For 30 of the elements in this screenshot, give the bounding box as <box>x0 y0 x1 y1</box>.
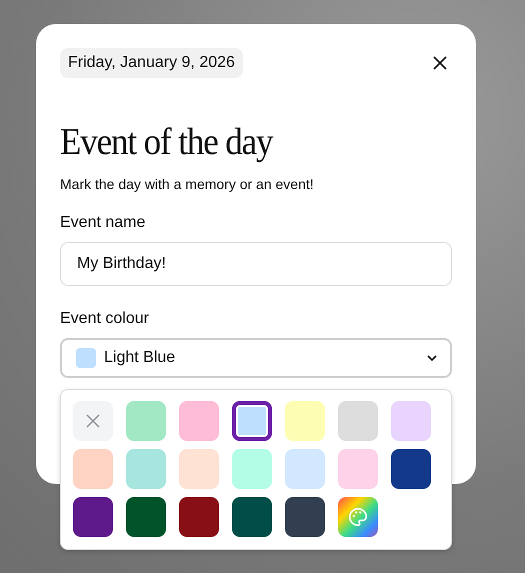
colour-select[interactable]: Light Blue <box>60 338 452 378</box>
colour-swatch[interactable] <box>179 401 219 441</box>
palette-icon <box>347 506 369 528</box>
dialog-subtitle: Mark the day with a memory or an event! <box>60 176 315 192</box>
colour-swatch[interactable] <box>126 449 166 489</box>
colour-swatch[interactable] <box>126 497 166 537</box>
colour-swatch[interactable] <box>73 497 113 537</box>
field-label: Event colour <box>60 310 150 328</box>
colour-swatch[interactable] <box>285 497 325 537</box>
colour-swatch[interactable] <box>232 449 272 489</box>
colour-swatch[interactable] <box>285 401 325 441</box>
colour-swatch[interactable] <box>338 401 378 441</box>
colour-swatch[interactable] <box>391 449 431 489</box>
colour-swatch[interactable] <box>179 497 219 537</box>
no-colour-swatch[interactable] <box>73 401 113 441</box>
event-name-field[interactable]: My Birthday! <box>60 242 452 286</box>
colour-swatch[interactable] <box>391 401 431 441</box>
colour-swatch[interactable] <box>285 449 325 489</box>
close-icon <box>432 55 448 71</box>
colour-swatch[interactable] <box>179 449 219 489</box>
close-icon <box>86 414 100 428</box>
date-chip: Friday, January 9, 2026 <box>60 48 243 78</box>
colour-swatch[interactable] <box>232 401 272 441</box>
colour-swatch[interactable] <box>338 449 378 489</box>
colour-swatch[interactable] <box>126 401 166 441</box>
dialog-title: Event of the day <box>60 122 274 164</box>
colour-swatch[interactable] <box>73 449 113 489</box>
field-label: Event name <box>60 214 146 232</box>
colour-swatch[interactable] <box>232 497 272 537</box>
custom-colour-swatch[interactable] <box>338 497 378 537</box>
